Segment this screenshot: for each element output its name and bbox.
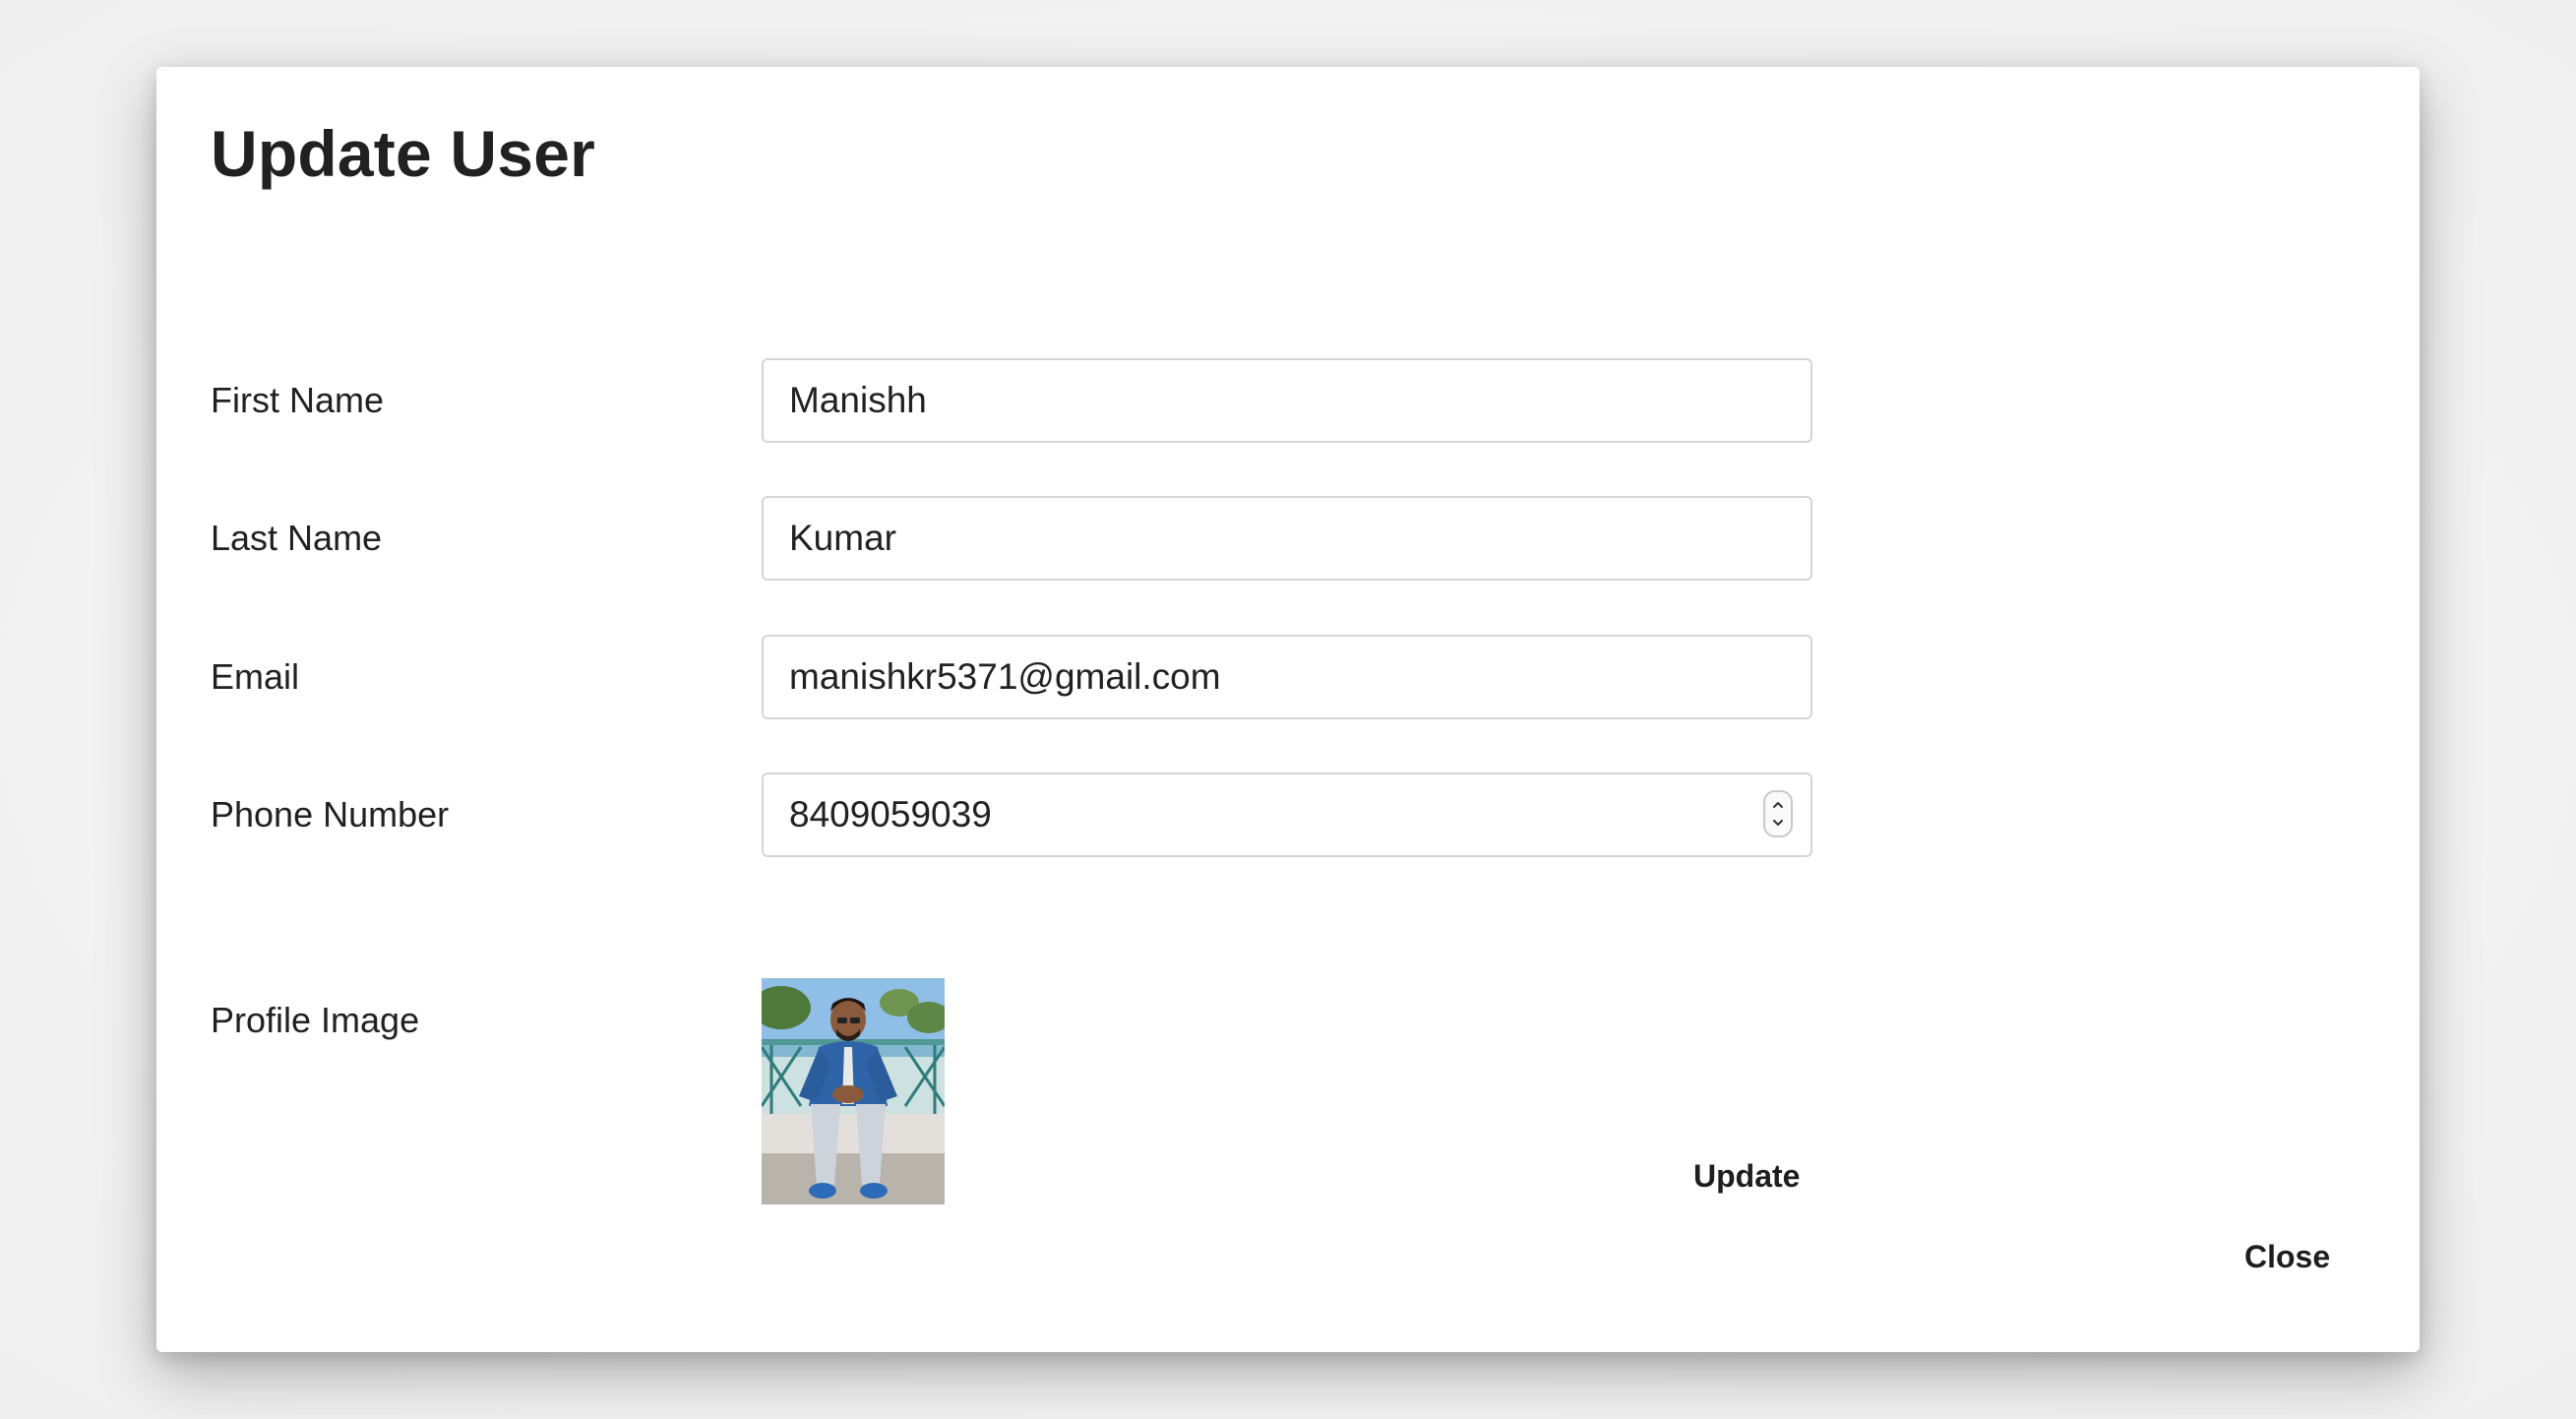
phone-number-stepper[interactable] <box>1763 790 1793 837</box>
email-row: Email <box>211 635 1982 719</box>
first-name-row: First Name <box>211 358 1982 443</box>
chevron-up-icon[interactable] <box>1771 798 1785 812</box>
phone-number-row: Phone Number <box>211 772 1982 857</box>
update-button[interactable]: Update <box>1680 1150 1813 1203</box>
last-name-label: Last Name <box>211 518 383 558</box>
last-name-row: Last Name <box>211 496 1982 581</box>
last-name-input[interactable] <box>762 496 1812 581</box>
chevron-down-icon[interactable] <box>1771 816 1785 830</box>
update-user-dialog: Update User First Name Last Name Email P… <box>156 67 2420 1352</box>
dialog-title: Update User <box>211 117 595 190</box>
profile-photo <box>762 978 945 1204</box>
email-input[interactable] <box>762 635 1812 719</box>
email-label: Email <box>211 656 300 697</box>
first-name-input[interactable] <box>762 358 1812 443</box>
close-button[interactable]: Close <box>2231 1231 2344 1283</box>
phone-number-label: Phone Number <box>211 794 450 834</box>
profile-image-label: Profile Image <box>211 1000 420 1040</box>
profile-image <box>762 978 945 1204</box>
first-name-label: First Name <box>211 380 385 420</box>
phone-number-input[interactable] <box>762 772 1812 857</box>
